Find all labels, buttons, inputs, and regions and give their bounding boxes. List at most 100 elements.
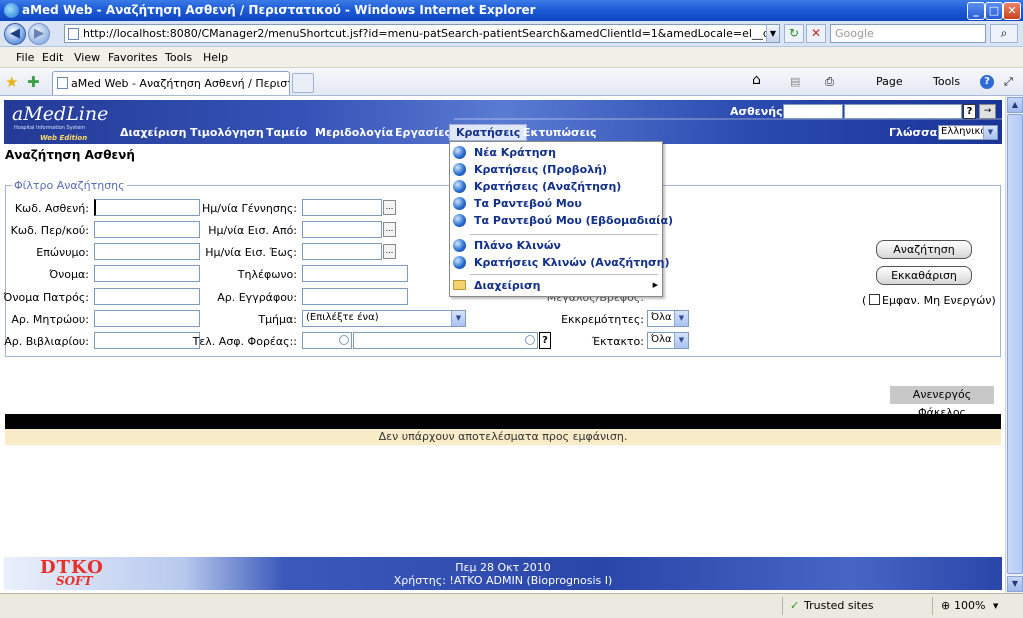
emergency-select[interactable]: Όλα ▼: [647, 332, 689, 349]
department-value: (Επιλέξτε ένα): [306, 312, 379, 323]
search-input[interactable]: Google: [830, 24, 986, 43]
registry-no-field[interactable]: [94, 310, 200, 327]
patient-name-input[interactable]: [844, 104, 962, 119]
scroll-thumb[interactable]: [1007, 114, 1023, 574]
zoom-level[interactable]: 100%: [954, 599, 985, 612]
admission-to-picker-button[interactable]: ...: [383, 244, 396, 259]
menu-item-bed-plan[interactable]: Πλάνο Κλινών: [450, 237, 662, 254]
add-favorites-icon[interactable]: ✚: [27, 73, 40, 91]
nav-prints[interactable]: Εκτυπώσεις: [523, 126, 597, 139]
booklet-no-field[interactable]: [94, 332, 200, 349]
admission-from-picker-button[interactable]: ...: [383, 222, 396, 237]
page-icon: [68, 28, 79, 40]
address-input[interactable]: http://localhost:8080/CManager2/menuShor…: [64, 24, 780, 43]
menu-item-label: Τα Ραντεβού Μου: [474, 197, 582, 210]
globe-icon: [453, 180, 466, 193]
patient-go-button[interactable]: →: [979, 104, 996, 119]
app-logo-subtitle: Hospital Information System: [14, 125, 86, 131]
surname-label: Επώνυμο:: [36, 246, 89, 259]
nav-invoicing[interactable]: Τιμολόγηση: [190, 126, 264, 139]
browser-tab[interactable]: aMed Web - Αναζήτηση Ασθενή / Περιστα...: [52, 71, 290, 95]
phone-field[interactable]: [302, 265, 408, 282]
patient-label: Ασθενής:: [730, 105, 788, 118]
feeds-icon[interactable]: ▤: [790, 75, 800, 88]
document-no-label: Αρ. Εγγράφου:: [217, 291, 297, 304]
patient-help-button[interactable]: ?: [963, 104, 976, 119]
footer-user: Χρήστης: !ATKO ADMIN (Bioprognosis I): [393, 574, 613, 587]
folder-icon: [453, 280, 466, 290]
nav-cashier[interactable]: Ταμείο: [266, 126, 307, 139]
pending-select[interactable]: Όλα ▼: [647, 310, 689, 327]
maximize-button[interactable]: □: [985, 2, 1003, 20]
menu-tools[interactable]: Tools: [165, 51, 192, 64]
search-button[interactable]: ⌕: [990, 24, 1018, 43]
menu-item-label: Διαχείριση: [474, 279, 541, 292]
show-inactive-paren: (: [862, 294, 867, 307]
print-icon[interactable]: ⎙: [825, 75, 834, 89]
booklet-no-label: Αρ. Βιβλιαρίου:: [4, 335, 89, 348]
tools-menu[interactable]: Tools: [933, 75, 960, 88]
help-icon[interactable]: ?: [980, 75, 994, 89]
insurer-name-radio[interactable]: [525, 335, 535, 345]
search-button-main[interactable]: Αναζήτηση: [876, 240, 972, 259]
window-title: aMed Web - Αναζήτηση Ασθενή / Περιστατικ…: [22, 3, 536, 17]
menu-help[interactable]: Help: [203, 51, 228, 64]
vertical-scrollbar[interactable]: ▲ ▼: [1005, 96, 1023, 593]
menu-view[interactable]: View: [74, 51, 100, 64]
menu-edit[interactable]: Edit: [42, 51, 63, 64]
menu-file[interactable]: File: [16, 51, 34, 64]
birth-date-picker-button[interactable]: ...: [383, 200, 396, 215]
menu-item-my-appointments-weekly[interactable]: Τα Ραντεβού Μου (Εβδομαδιαία): [450, 212, 673, 229]
security-zone[interactable]: Trusted sites: [804, 599, 874, 612]
back-button[interactable]: ◀: [4, 23, 26, 45]
favorites-center-icon[interactable]: ★: [5, 73, 18, 91]
new-tab-button[interactable]: [292, 73, 314, 93]
name-field[interactable]: [94, 265, 200, 282]
scroll-down-button[interactable]: ▼: [1007, 576, 1023, 592]
show-inactive-checkbox[interactable]: [869, 294, 880, 305]
father-name-field[interactable]: [94, 288, 200, 305]
menu-favorites[interactable]: Favorites: [108, 51, 158, 64]
insurer-name-field[interactable]: [353, 332, 538, 349]
patient-code-field[interactable]: [94, 199, 200, 216]
menu-item-label: Νέα Κράτηση: [474, 146, 556, 159]
language-select[interactable]: Ελληνικά ▼: [938, 125, 998, 140]
document-no-field[interactable]: [302, 288, 408, 305]
menu-item-management-submenu[interactable]: Διαχείριση ▶: [450, 277, 662, 294]
forward-button[interactable]: ▶: [28, 23, 50, 45]
menu-item-bookings-view[interactable]: Κρατήσεις (Προβολή): [450, 161, 662, 178]
minimize-button[interactable]: _: [967, 2, 985, 20]
surname-field[interactable]: [94, 243, 200, 260]
nav-bookings[interactable]: Κρατήσεις: [449, 124, 528, 141]
close-window-button[interactable]: ✕: [1003, 2, 1021, 20]
patient-code-input[interactable]: [783, 104, 843, 119]
menu-item-label: Κρατήσεις (Αναζήτηση): [474, 180, 622, 193]
clear-button[interactable]: Εκκαθάριση: [876, 266, 972, 285]
scroll-up-button[interactable]: ▲: [1007, 97, 1023, 113]
nav-tasks[interactable]: Εργασίες: [395, 126, 451, 139]
department-select[interactable]: (Επιλέξτε ένα) ▼: [302, 310, 466, 327]
menu-item-my-appointments[interactable]: Τα Ραντεβού Μου: [450, 195, 662, 212]
menu-item-new-booking[interactable]: Νέα Κράτηση: [450, 144, 662, 161]
research-icon[interactable]: ⤢: [1004, 75, 1013, 89]
nav-shares[interactable]: Μεριδολογία: [315, 126, 393, 139]
birth-date-field[interactable]: [302, 199, 382, 216]
home-icon[interactable]: ⌂: [752, 72, 761, 88]
admission-from-field[interactable]: [302, 221, 382, 238]
refresh-button[interactable]: ↻: [784, 24, 804, 43]
globe-icon: [453, 256, 466, 269]
page-menu[interactable]: Page: [876, 75, 903, 88]
address-dropdown-button[interactable]: ▼: [766, 25, 779, 42]
menu-item-bookings-search[interactable]: Κρατήσεις (Αναζήτηση): [450, 178, 662, 195]
nav-management[interactable]: Διαχείριση: [120, 126, 186, 139]
inactive-folder-button[interactable]: Ανενεργός Φάκελος: [890, 386, 994, 419]
stop-button[interactable]: ✕: [806, 24, 826, 43]
insurer-code-radio[interactable]: [339, 335, 349, 345]
app-footer: DTKO SOFT Πεμ 28 Οκτ 2010 Χρήστης: !ATKO…: [4, 557, 1002, 590]
case-code-field[interactable]: [94, 221, 200, 238]
globe-icon: [453, 163, 466, 176]
insurer-help-button[interactable]: ?: [539, 332, 551, 349]
zoom-dropdown-icon[interactable]: ▼: [993, 602, 998, 610]
menu-item-bed-bookings-search[interactable]: Κρατήσεις Κλινών (Αναζήτηση): [450, 254, 669, 271]
admission-to-field[interactable]: [302, 243, 382, 260]
